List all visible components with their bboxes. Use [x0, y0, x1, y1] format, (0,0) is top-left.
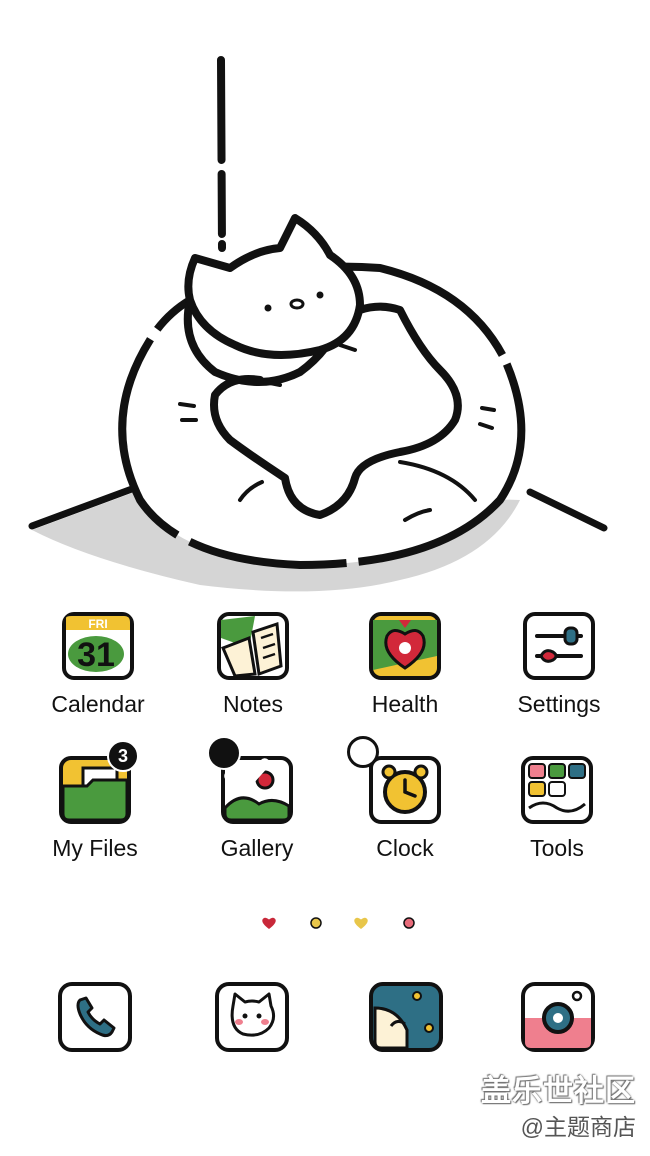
app-label: Notes	[222, 691, 284, 717]
settings-icon	[523, 612, 595, 680]
watermark-subtitle: @主题商店	[520, 1114, 636, 1140]
app-health[interactable]: Health	[335, 608, 475, 718]
watermark-title: 盖乐世社区	[481, 1075, 636, 1108]
dock-phone[interactable]	[56, 978, 134, 1056]
page-dot-heart[interactable]	[353, 916, 369, 930]
app-notes[interactable]: Notes	[183, 608, 323, 718]
clock-icon	[369, 756, 441, 824]
app-label: Health	[371, 691, 439, 717]
messages-cat-icon	[215, 982, 289, 1052]
app-label: My Files	[52, 835, 138, 861]
calendar-icon: FRI 31	[62, 612, 134, 680]
notes-icon	[217, 612, 289, 680]
app-settings[interactable]: Settings	[489, 608, 629, 718]
app-my-files[interactable]: 3 My Files	[25, 740, 165, 862]
wallpaper-cat-illustration	[28, 56, 608, 592]
app-label: Settings	[517, 691, 601, 717]
app-calendar[interactable]: FRI 31 Calendar	[28, 608, 168, 718]
notification-badge: 3	[107, 740, 139, 772]
calendar-day-text: FRI	[88, 617, 107, 631]
page-dot-heart-active[interactable]	[261, 916, 277, 930]
app-label: Calendar	[51, 691, 145, 717]
phone-icon	[58, 982, 132, 1052]
app-gallery[interactable]: Gallery	[187, 736, 327, 862]
dock-browser[interactable]	[367, 978, 445, 1056]
browser-icon	[369, 982, 443, 1052]
app-tools-folder[interactable]: Tools	[487, 752, 627, 862]
tools-folder-icon	[521, 756, 593, 824]
dock-camera[interactable]	[519, 978, 597, 1056]
camera-icon	[521, 982, 595, 1052]
selected-check-icon[interactable]	[207, 736, 270, 794]
health-icon	[369, 612, 441, 680]
app-clock[interactable]: Clock	[335, 736, 475, 862]
calendar-date-text: 31	[77, 636, 115, 674]
app-label: Tools	[530, 835, 584, 861]
page-dot[interactable]	[309, 916, 323, 930]
page-dot[interactable]	[402, 916, 416, 930]
selection-circle-icon[interactable]	[347, 736, 379, 768]
page-indicator[interactable]	[255, 912, 425, 934]
app-label: Gallery	[220, 835, 294, 861]
app-label: Clock	[376, 835, 434, 861]
dock-messages[interactable]	[213, 978, 291, 1056]
